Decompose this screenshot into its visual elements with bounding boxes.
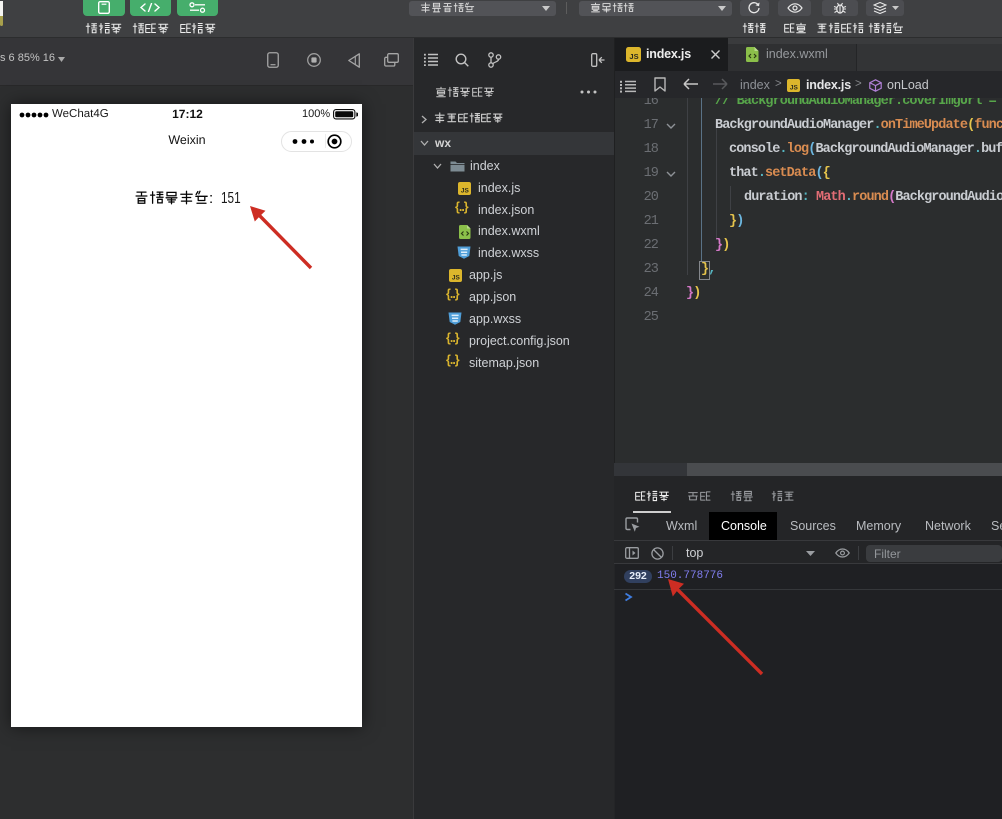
svg-text:JS: JS xyxy=(629,52,638,61)
svg-text:JS: JS xyxy=(790,85,799,92)
svg-text:JS: JS xyxy=(461,188,470,195)
svg-text:JS: JS xyxy=(452,275,461,282)
